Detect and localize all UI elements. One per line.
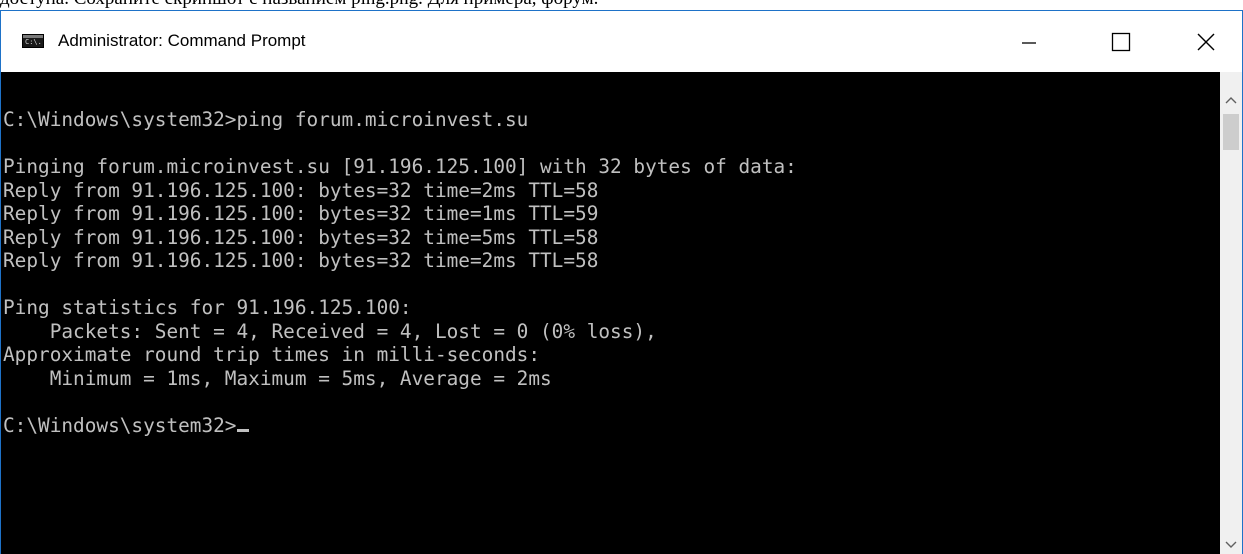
cmd-icon-glyph: C:\. xyxy=(25,38,42,46)
scroll-up-button[interactable] xyxy=(1220,90,1242,110)
console-line: Reply from 91.196.125.100: bytes=32 time… xyxy=(3,249,599,272)
console-line: Reply from 91.196.125.100: bytes=32 time… xyxy=(3,225,599,249)
window-title: Administrator: Command Prompt xyxy=(58,31,306,50)
close-icon xyxy=(1197,33,1215,50)
text-cursor xyxy=(237,428,250,432)
console-line: Pinging forum.microinvest.su [91.196.125… xyxy=(3,155,797,178)
maximize-icon xyxy=(1111,32,1131,51)
scroll-thumb[interactable] xyxy=(1223,114,1239,150)
minimize-icon xyxy=(1022,41,1036,44)
console-text: C:\Windows\system32>ping forum.microinve… xyxy=(3,108,797,437)
scroll-down-button[interactable] xyxy=(1220,535,1242,554)
chevron-down-icon xyxy=(1225,541,1237,548)
maximize-button[interactable] xyxy=(1092,11,1150,72)
console-prompt-line[interactable]: C:\Windows\system32> xyxy=(3,414,797,438)
console-prompt: C:\Windows\system32> xyxy=(3,413,237,437)
console-line: Reply from 91.196.125.100: bytes=32 time… xyxy=(3,202,599,225)
cmd-icon[interactable]: C:\. xyxy=(22,34,44,48)
console-line: C:\Windows\system32>ping forum.microinve… xyxy=(3,108,529,131)
close-button[interactable] xyxy=(1177,11,1235,72)
minimize-button[interactable] xyxy=(1000,11,1058,72)
console-line: Ping statistics for 91.196.125.100: xyxy=(3,296,412,319)
chevron-up-icon xyxy=(1225,97,1237,104)
console-line: Reply from 91.196.125.100: bytes=32 time… xyxy=(3,178,599,202)
page: доступа. Сохраните скриншот с названием … xyxy=(0,0,1243,554)
console-line: Approximate round trip times in milli-se… xyxy=(3,343,541,366)
command-prompt-window[interactable]: C:\. Administrator: Command Prompt C:\Wi… xyxy=(0,10,1243,554)
document-text: доступа. Сохраните скриншот с названием … xyxy=(0,0,1243,10)
console-line: Minimum = 1ms, Maximum = 5ms, Average = … xyxy=(3,366,552,390)
console-output[interactable]: C:\Windows\system32>ping forum.microinve… xyxy=(1,72,1220,554)
title-bar[interactable]: C:\. Administrator: Command Prompt xyxy=(1,11,1242,72)
vertical-scrollbar[interactable] xyxy=(1220,72,1242,554)
console-line: Packets: Sent = 4, Received = 4, Lost = … xyxy=(3,319,657,343)
